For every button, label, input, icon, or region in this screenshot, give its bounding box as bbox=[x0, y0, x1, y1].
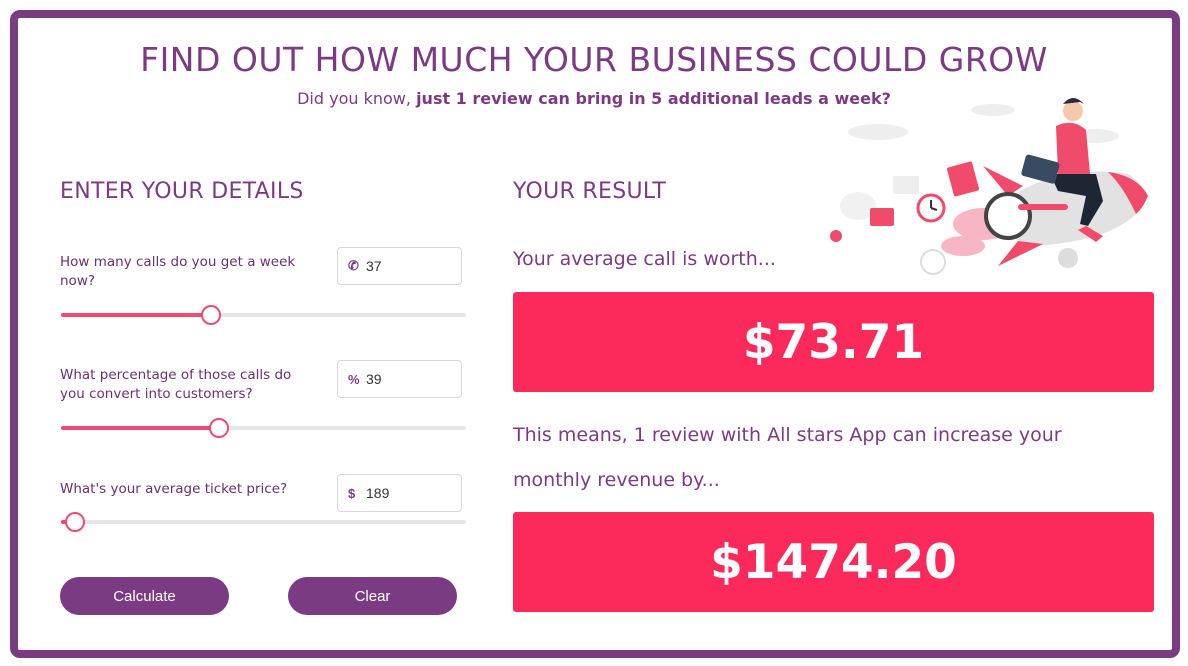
phone-icon: ✆ bbox=[348, 258, 359, 273]
ticket-input[interactable] bbox=[366, 485, 451, 501]
calculate-button[interactable]: Calculate bbox=[60, 577, 229, 615]
conversion-slider[interactable] bbox=[61, 418, 466, 438]
slider-thumb[interactable] bbox=[200, 305, 221, 325]
calls-slider[interactable] bbox=[61, 305, 466, 325]
conversion-input[interactable] bbox=[366, 371, 451, 387]
subtitle-prefix: Did you know, bbox=[297, 89, 411, 108]
details-title: ENTER YOUR DETAILS bbox=[60, 179, 304, 204]
increase-label-line2: monthly revenue by... bbox=[513, 469, 720, 491]
dollar-icon: $ bbox=[348, 485, 356, 501]
slider-thumb[interactable] bbox=[65, 512, 86, 532]
ticket-slider[interactable] bbox=[61, 512, 466, 532]
calls-input[interactable] bbox=[366, 258, 451, 274]
slider-track bbox=[61, 520, 466, 524]
increase-label-line1: This means, 1 review with All stars App … bbox=[513, 424, 1062, 446]
conversion-input-box: % bbox=[337, 360, 462, 398]
result-title: YOUR RESULT bbox=[513, 179, 667, 204]
page-title: FIND OUT HOW MUCH YOUR BUSINESS COULD GR… bbox=[140, 40, 1048, 79]
ticket-input-box: $ bbox=[337, 474, 462, 512]
ticket-question-label: What's your average ticket price? bbox=[60, 481, 288, 497]
calls-question-label: How many calls do you get a week now? bbox=[60, 254, 296, 289]
call-worth-label: Your average call is worth... bbox=[513, 248, 776, 270]
slider-fill bbox=[61, 313, 211, 317]
slider-thumb[interactable] bbox=[208, 418, 229, 438]
rocket-man-illustration bbox=[830, 98, 1148, 275]
clear-button[interactable]: Clear bbox=[288, 577, 457, 615]
slider-fill bbox=[61, 426, 219, 430]
call-worth-value: $73.71 bbox=[513, 292, 1154, 392]
percent-icon: % bbox=[348, 371, 360, 387]
conversion-question-label: What percentage of those calls do you co… bbox=[60, 367, 292, 402]
increase-value: $1474.20 bbox=[513, 512, 1154, 612]
calls-input-box: ✆ bbox=[337, 247, 462, 285]
